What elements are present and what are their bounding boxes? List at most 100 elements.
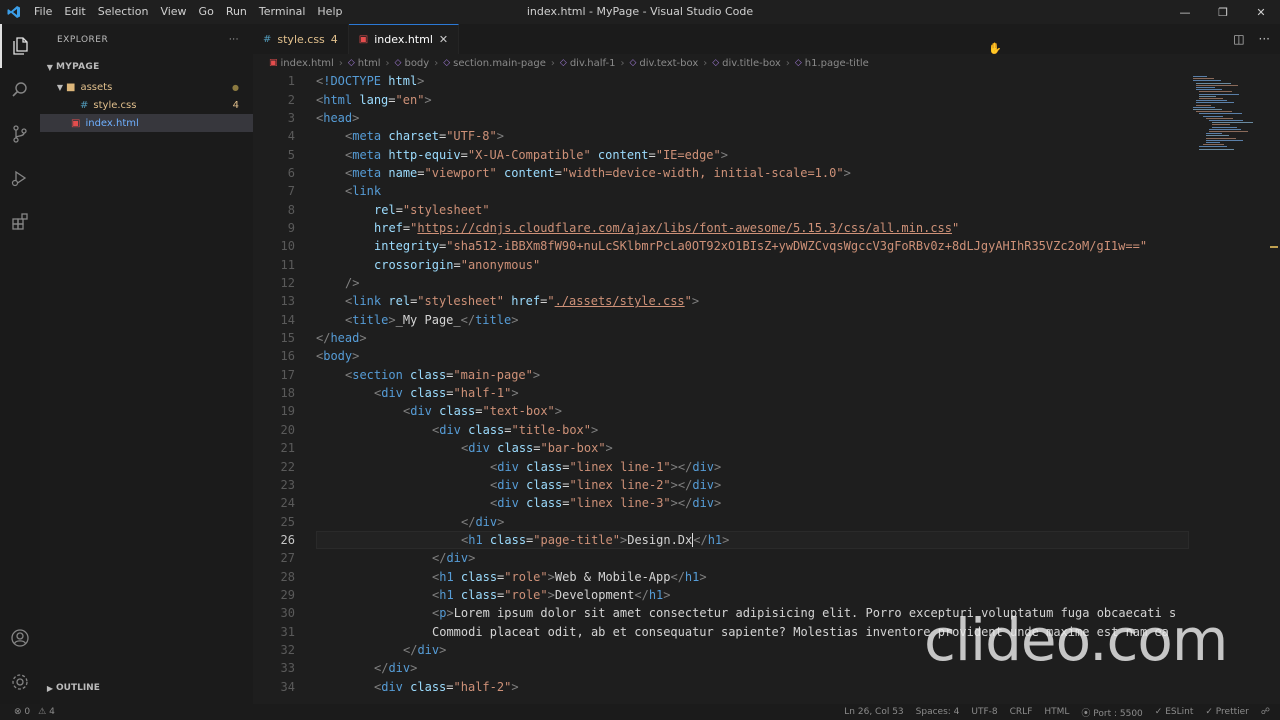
eslint-status[interactable]: ✓ ESLint xyxy=(1155,707,1194,717)
code-line[interactable]: 1 <!DOCTYPE html> xyxy=(253,72,1280,90)
indentation[interactable]: Spaces: 4 xyxy=(916,707,960,717)
code-line[interactable]: 5 <meta http-equiv="X-UA-Compatible" cont… xyxy=(253,145,1280,163)
code-line[interactable]: 7 <link xyxy=(253,182,1280,200)
code-line[interactable]: 22 <div class="linex line-1"></div> xyxy=(253,457,1280,475)
code-line[interactable]: 14 <title>_My Page_</title> xyxy=(253,311,1280,329)
code-text: </div> xyxy=(374,661,418,676)
minimap-line xyxy=(1199,146,1228,148)
account-icon[interactable] xyxy=(0,616,40,660)
line-number: 18 xyxy=(280,386,295,401)
live-server-port[interactable]: ⦿ Port : 5500 xyxy=(1081,706,1142,719)
code-line[interactable]: 29 <h1 class="role">Development</h1> xyxy=(253,586,1280,604)
line-number: 23 xyxy=(280,477,295,492)
element-icon: ◇ xyxy=(794,58,802,68)
line-number: 3 xyxy=(287,110,295,125)
breadcrumb-separator-icon: › xyxy=(385,57,390,69)
menu-file[interactable]: File xyxy=(28,0,58,24)
code-line[interactable]: 10 integrity="sha512-iBBXm8fW90+nuLcSKlbm… xyxy=(253,237,1280,255)
breadcrumb-item[interactable]: ◇ div.title-box xyxy=(712,58,781,69)
code-line[interactable]: 2 <html lang="en"> xyxy=(253,90,1280,108)
notifications-icon[interactable]: ☍ xyxy=(1261,707,1270,717)
menu-edit[interactable]: Edit xyxy=(58,0,91,24)
code-line[interactable]: 9 href="https://cdnjs.cloudflare.com/ajax… xyxy=(253,219,1280,237)
breadcrumb-item[interactable]: ◇ body xyxy=(395,58,430,69)
code-line[interactable]: 24 <div class="linex line-3"></div> xyxy=(253,494,1280,512)
code-line[interactable]: 25 </div> xyxy=(253,512,1280,530)
line-number: 6 xyxy=(287,165,295,180)
code-line[interactable]: 11 crossorigin="anonymous" xyxy=(253,256,1280,274)
encoding[interactable]: UTF-8 xyxy=(971,707,997,717)
css-file-icon: # xyxy=(263,33,272,45)
breadcrumb-item[interactable]: ◇ h1.page-title xyxy=(795,58,869,69)
line-number: 2 xyxy=(287,92,295,107)
breadcrumb-item[interactable]: ▣ index.html xyxy=(269,58,334,69)
code-line[interactable]: 4 <meta charset="UTF-8"> xyxy=(253,127,1280,145)
code-line[interactable]: 15 </head> xyxy=(253,329,1280,347)
source-control-icon[interactable] xyxy=(0,112,40,156)
breadcrumb-item[interactable]: ◇ div.half-1 xyxy=(560,58,616,69)
close-window-icon[interactable]: ✕ xyxy=(1242,0,1280,24)
restore-icon[interactable]: ❐ xyxy=(1204,0,1242,24)
code-text: <body> xyxy=(316,349,360,364)
cursor-position[interactable]: Ln 26, Col 53 xyxy=(844,707,903,717)
close-tab-icon[interactable]: ✕ xyxy=(439,33,448,46)
code-line[interactable]: 8 rel="stylesheet" xyxy=(253,200,1280,218)
prettier-status[interactable]: ✓ Prettier xyxy=(1205,707,1249,717)
breadcrumb-item[interactable]: ◇ div.text-box xyxy=(629,58,698,69)
tree-item-index-html[interactable]: ▣ index.html xyxy=(40,114,253,132)
code-line[interactable]: 20 <div class="title-box"> xyxy=(253,421,1280,439)
code-line[interactable]: 23 <div class="linex line-2"></div> xyxy=(253,476,1280,494)
menu-view[interactable]: View xyxy=(154,0,192,24)
line-number: 15 xyxy=(280,331,295,346)
settings-gear-icon[interactable] xyxy=(0,660,40,704)
code-line[interactable]: 13 <link rel="stylesheet" href="./assets/… xyxy=(253,292,1280,310)
more-actions-icon[interactable]: ··· xyxy=(229,35,239,45)
project-section[interactable]: ▼ MYPAGE xyxy=(40,56,253,78)
code-line[interactable]: 19 <div class="text-box"> xyxy=(253,402,1280,420)
menu-help[interactable]: Help xyxy=(311,0,348,24)
minimap-line xyxy=(1205,135,1229,137)
minimize-icon[interactable]: — xyxy=(1166,0,1204,24)
minimap-line xyxy=(1193,109,1222,110)
extensions-icon[interactable] xyxy=(0,200,40,244)
menu-go[interactable]: Go xyxy=(193,0,220,24)
minimap[interactable] xyxy=(1193,72,1254,152)
code-line[interactable]: 28 <h1 class="role">Web & Mobile-App</h1> xyxy=(253,567,1280,585)
split-editor-icon[interactable]: ◫ xyxy=(1233,32,1244,46)
breadcrumb-item[interactable]: ◇ html xyxy=(348,58,381,69)
explorer-icon[interactable] xyxy=(0,24,40,68)
code-line[interactable]: 12 /> xyxy=(253,274,1280,292)
minimap-line xyxy=(1209,128,1241,130)
language-mode[interactable]: HTML xyxy=(1044,707,1069,717)
menu-terminal[interactable]: Terminal xyxy=(253,0,312,24)
line-number: 22 xyxy=(280,459,295,474)
code-text: integrity="sha512-iBBXm8fW90+nuLcSKlbmrP… xyxy=(374,239,1148,254)
code-line[interactable]: 21 <div class="bar-box"> xyxy=(253,439,1280,457)
code-line[interactable]: 34 <div class="half-2"> xyxy=(253,678,1280,696)
code-line[interactable]: 16 <body> xyxy=(253,347,1280,365)
status-right: Ln 26, Col 53 Spaces: 4 UTF-8 CRLF HTML … xyxy=(844,704,1270,720)
tree-item-assets[interactable]: ▼ ■ assets ● xyxy=(40,78,253,96)
tree-item-label: index.html xyxy=(85,117,139,129)
code-line[interactable]: 18 <div class="half-1"> xyxy=(253,384,1280,402)
code-text: <link xyxy=(345,184,382,199)
search-icon[interactable] xyxy=(0,68,40,112)
menu-selection[interactable]: Selection xyxy=(92,0,155,24)
code-line[interactable]: 17 <section class="main-page"> xyxy=(253,366,1280,384)
breadcrumb-item[interactable]: ◇ section.main-page xyxy=(443,58,546,69)
error-count[interactable]: ⊗ 0 xyxy=(14,707,30,717)
code-line[interactable]: 26 <h1 class="page-title">Design.Dx</h1> xyxy=(253,531,1280,549)
warning-count[interactable]: ⚠ 4 xyxy=(38,707,55,717)
line-ending[interactable]: CRLF xyxy=(1010,707,1033,717)
line-number: 25 xyxy=(280,514,295,529)
menu-run[interactable]: Run xyxy=(220,0,253,24)
code-line[interactable]: 6 <meta name="viewport" content="width=de… xyxy=(253,164,1280,182)
tab-style-css[interactable]: # style.css 4 xyxy=(253,24,349,54)
code-line[interactable]: 27 </div> xyxy=(253,549,1280,567)
outline-section[interactable]: ▶ OUTLINE xyxy=(40,678,253,698)
tab-index-html[interactable]: ▣ index.html ✕ xyxy=(348,24,460,54)
tree-item-style-css[interactable]: # style.css 4 xyxy=(40,96,253,114)
more-actions-icon[interactable]: ··· xyxy=(1259,32,1270,46)
run-debug-icon[interactable] xyxy=(0,156,40,200)
code-line[interactable]: 3 <head> xyxy=(253,109,1280,127)
